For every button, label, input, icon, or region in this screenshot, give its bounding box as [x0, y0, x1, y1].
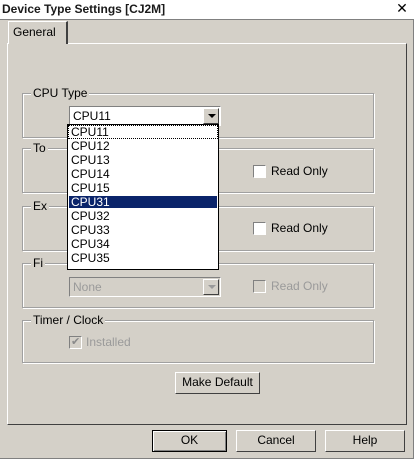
title-bar: Device Type Settings [CJ2M] ✕ [0, 0, 414, 19]
group-2-read-only-checkbox[interactable] [253, 165, 266, 178]
dropdown-option-cpu33[interactable]: CPU33 [69, 224, 217, 236]
group-2-legend: To [31, 141, 48, 155]
cpu-type-legend: CPU Type [31, 86, 90, 100]
title-separator [0, 19, 414, 20]
make-default-button[interactable]: Make Default [175, 372, 260, 394]
chevron-down-icon [203, 279, 219, 295]
dropdown-option-cpu12[interactable]: CPU12 [69, 140, 217, 152]
chevron-down-icon[interactable] [203, 108, 219, 124]
dropdown-option-cpu11[interactable]: CPU11 [68, 125, 218, 139]
group-4-combobox: None [69, 277, 221, 297]
tab-general-label: General [13, 25, 56, 39]
installed-checkbox: ✔ [69, 335, 82, 349]
cpu-type-dropdown-list[interactable]: CPU11 CPU12 CPU13 CPU14 CPU15 CPU31 CPU3… [67, 124, 219, 270]
cpu-type-value: CPU11 [73, 109, 111, 123]
installed-label: Installed [86, 335, 131, 349]
timer-clock-legend: Timer / Clock [31, 313, 106, 327]
group-3-read-only-checkbox[interactable] [253, 222, 266, 235]
cancel-button[interactable]: Cancel [236, 430, 316, 452]
group-2-read-only-label: Read Only [271, 164, 328, 178]
dropdown-option-cpu14[interactable]: CPU14 [69, 168, 217, 180]
group-4-value: None [73, 280, 102, 294]
help-button[interactable]: Help [325, 430, 405, 452]
dropdown-option-cpu32[interactable]: CPU32 [69, 210, 217, 222]
dropdown-option-cpu15[interactable]: CPU15 [69, 182, 217, 194]
group-4-read-only-checkbox [253, 280, 266, 293]
tab-general[interactable]: General [8, 21, 68, 44]
dropdown-option-cpu13[interactable]: CPU13 [69, 154, 217, 166]
check-icon: ✔ [71, 335, 81, 348]
group-4-read-only-label: Read Only [271, 279, 328, 293]
dropdown-option-cpu34[interactable]: CPU34 [69, 238, 217, 250]
dropdown-option-cpu35[interactable]: CPU35 [69, 252, 217, 264]
group-4-legend: Fi [31, 256, 45, 270]
close-icon[interactable]: ✕ [393, 0, 411, 18]
dropdown-option-cpu31[interactable]: CPU31 [69, 196, 217, 208]
cpu-type-combobox[interactable]: CPU11 [69, 106, 221, 126]
group-3-legend: Ex [31, 199, 50, 213]
window-title: Device Type Settings [CJ2M] [2, 2, 166, 16]
ok-button[interactable]: OK [152, 430, 227, 452]
group-3-read-only-label: Read Only [271, 221, 328, 235]
